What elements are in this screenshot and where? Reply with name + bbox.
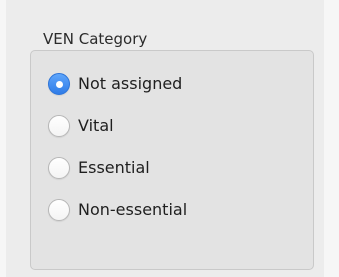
radio-option-vital[interactable]: Vital <box>48 112 114 140</box>
radio-label: Essential <box>78 158 150 177</box>
radio-option-non-essential[interactable]: Non-essential <box>48 196 187 224</box>
radio-option-essential[interactable]: Essential <box>48 154 150 182</box>
radio-option-not-assigned[interactable]: Not assigned <box>48 70 182 98</box>
radio-label: Not assigned <box>78 74 183 93</box>
group-title: VEN Category <box>43 30 148 48</box>
radio-button[interactable] <box>48 115 70 137</box>
radio-label: Vital <box>78 116 114 135</box>
radio-button[interactable] <box>48 157 70 179</box>
radio-button-selected[interactable] <box>48 73 70 95</box>
dialog-window: VEN Category Not assigned Vital Essentia… <box>0 0 339 277</box>
radio-label: Non-essential <box>78 200 188 219</box>
radio-button[interactable] <box>48 199 70 221</box>
